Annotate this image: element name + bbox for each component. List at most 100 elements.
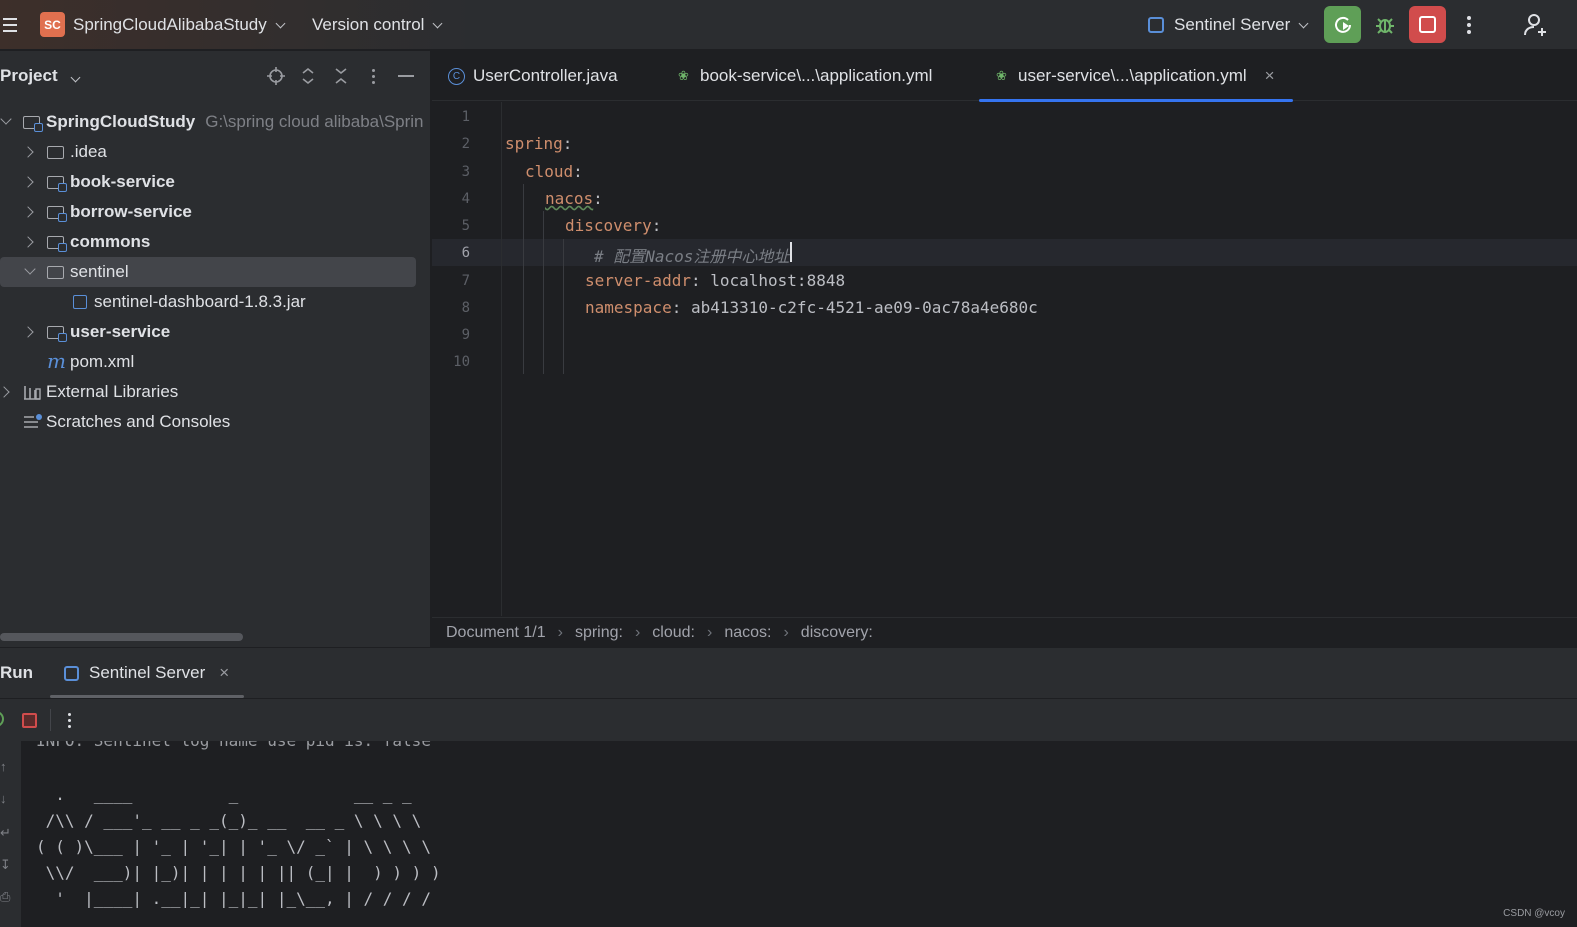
module-folder-icon	[47, 236, 67, 252]
chevron-right-icon	[22, 146, 34, 158]
rerun-icon	[1334, 16, 1351, 33]
chevron-down-icon	[1298, 18, 1309, 28]
tree-item-scratches[interactable]: Scratches and Consoles	[0, 407, 430, 437]
tab-user-controller[interactable]: C UserController.java	[448, 51, 618, 101]
version-control-menu[interactable]: Version control	[312, 0, 443, 50]
stop-button[interactable]	[1409, 6, 1446, 43]
code-line-4[interactable]: nacos:	[545, 189, 603, 208]
spring-config-icon: ❀	[678, 68, 689, 83]
chevron-right-icon: ›	[783, 623, 789, 641]
tree-item-book-service[interactable]: book-service	[0, 167, 430, 197]
hide-panel-icon[interactable]	[397, 67, 415, 85]
add-user-button[interactable]	[1522, 0, 1550, 50]
module-folder-icon	[23, 116, 43, 132]
close-icon[interactable]: ×	[219, 663, 229, 683]
project-switcher[interactable]: SpringCloudAlibabaStudy	[73, 0, 286, 50]
project-view-selector[interactable]: Project	[0, 66, 81, 86]
tab-user-service-yml[interactable]: ❀ user-service\...\application.yml ×	[979, 51, 1293, 102]
breadcrumb-item[interactable]: discovery:	[801, 624, 873, 642]
library-icon	[24, 386, 41, 400]
arrow-down-icon[interactable]: ↓	[0, 791, 14, 806]
more-actions-icon[interactable]	[68, 711, 71, 729]
main-menu-button[interactable]	[0, 0, 20, 50]
tree-item-commons[interactable]: commons	[0, 227, 430, 257]
chevron-right-icon	[22, 176, 34, 188]
code-line-5[interactable]: discovery:	[565, 216, 661, 235]
code-line-7[interactable]: server-addr: localhost:8848	[585, 271, 845, 290]
stop-icon[interactable]	[22, 713, 37, 728]
collapse-all-icon[interactable]	[332, 67, 350, 85]
breadcrumb-item[interactable]: spring:	[575, 624, 623, 642]
tree-item-pom[interactable]: m pom.xml	[0, 347, 430, 377]
console-line: \\/ ___)| |_)| | | | | || (_| | ) ) ) )	[36, 863, 441, 882]
horizontal-scrollbar[interactable]	[0, 633, 243, 641]
debug-button[interactable]	[1372, 0, 1398, 50]
title-bar: SC SpringCloudAlibabaStudy Version contr…	[0, 0, 1577, 50]
soft-wrap-icon[interactable]: ↵	[0, 825, 14, 840]
scroll-to-end-icon[interactable]: ↧	[0, 857, 14, 872]
tree-item-path: G:\spring cloud alibaba\Sprin	[205, 112, 424, 131]
tab-book-service-yml[interactable]: ❀ book-service\...\application.yml	[675, 51, 932, 101]
arrow-up-icon[interactable]: ↑	[0, 759, 14, 774]
run-panel: Run Sentinel Server × ↑ ↓ ↵ ↧ ⎙ INFO: Se…	[0, 647, 1577, 927]
editor: C UserController.java ❀ book-service\...…	[432, 51, 1577, 647]
stop-icon	[1419, 16, 1436, 33]
tree-item-sentinel-jar[interactable]: sentinel-dashboard-1.8.3.jar	[0, 287, 430, 317]
toolbar-divider	[50, 709, 51, 731]
close-icon[interactable]: ×	[1265, 66, 1275, 86]
code-line-6[interactable]: # 配置Nacos注册中心地址	[594, 243, 789, 267]
chevron-right-icon: ›	[557, 623, 563, 641]
line-number: 5	[461, 218, 470, 234]
tree-item-idea[interactable]: .idea	[0, 137, 430, 167]
line-number: 8	[461, 300, 470, 316]
run-configuration-selector[interactable]: Sentinel Server	[1148, 0, 1309, 50]
breadcrumb-item[interactable]: Document 1/1	[446, 624, 546, 642]
print-icon[interactable]: ⎙	[0, 889, 14, 904]
tab-label: UserController.java	[473, 66, 618, 85]
line-number: 10	[453, 354, 470, 370]
locate-icon[interactable]	[267, 67, 285, 85]
project-name: SpringCloudAlibabaStudy	[73, 15, 267, 34]
folder-icon	[47, 266, 64, 279]
code-line-3[interactable]: cloud:	[525, 162, 583, 181]
code-line-8[interactable]: namespace: ab413310-c2fc-4521-ae09-0ac78…	[585, 298, 1038, 317]
rerun-icon[interactable]	[0, 711, 4, 727]
more-actions-button[interactable]	[1462, 0, 1476, 50]
console-line: ( ( )\___ | '_ | '_| | '_ \/ _` | \ \ \ …	[36, 837, 431, 856]
console-line: /\\ / ___'_ __ _ _(_)_ __ __ _ \ \ \ \	[36, 811, 422, 830]
console-output[interactable]: INFO: Sentinel log name use pid is: fals…	[22, 741, 1577, 927]
run-tab-sentinel-server[interactable]: Sentinel Server ×	[50, 648, 244, 698]
tree-item-label: .idea	[70, 142, 107, 161]
tree-item-borrow-service[interactable]: borrow-service	[0, 197, 430, 227]
chevron-right-icon	[0, 386, 10, 398]
chevron-down-icon	[24, 263, 36, 275]
tree-item-sentinel[interactable]: sentinel	[0, 257, 416, 287]
code-line-2[interactable]: spring:	[505, 134, 572, 153]
panel-options-icon[interactable]	[364, 67, 382, 85]
line-number: 2	[461, 136, 470, 152]
chevron-right-icon	[22, 206, 34, 218]
tree-item-user-service[interactable]: user-service	[0, 317, 430, 347]
line-number: 9	[461, 327, 470, 343]
version-control-label: Version control	[312, 15, 425, 34]
expand-all-icon[interactable]	[299, 67, 317, 85]
tree-item-external-libraries[interactable]: External Libraries	[0, 377, 430, 407]
run-tab-label: Sentinel Server	[89, 663, 206, 682]
module-folder-icon	[47, 176, 67, 192]
indent-guide	[543, 211, 544, 374]
line-number: 3	[461, 164, 470, 180]
tree-item-label: Scratches and Consoles	[46, 412, 231, 431]
watermark: CSDN @vcoy	[1503, 908, 1565, 919]
run-config-label: Sentinel Server	[1174, 15, 1291, 34]
rerun-button[interactable]	[1324, 6, 1361, 43]
line-number: 6	[461, 245, 470, 261]
jar-icon	[73, 295, 87, 309]
breadcrumb-item[interactable]: cloud:	[652, 624, 695, 642]
indent-guide	[523, 184, 524, 374]
tree-item-root[interactable]: SpringCloudStudy G:\spring cloud alibaba\…	[0, 107, 430, 137]
project-panel-header: Project	[0, 51, 430, 101]
panel-title: Project	[0, 66, 58, 85]
chevron-down-icon	[0, 113, 12, 125]
tab-label: book-service\...\application.yml	[700, 66, 933, 85]
breadcrumb-item[interactable]: nacos:	[724, 624, 771, 642]
